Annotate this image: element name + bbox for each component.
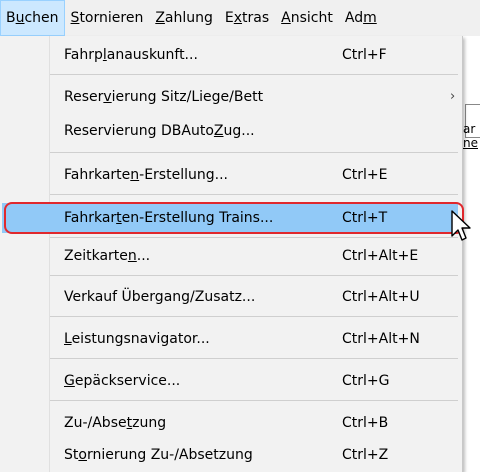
menu-separator xyxy=(50,400,458,401)
menu-separator xyxy=(50,152,458,153)
menu-item-shortcut: Ctrl+B xyxy=(342,415,389,431)
menu-item-label: Zu-/Absetzung xyxy=(64,415,167,431)
menu-item-label: Reservierung Sitz/Liege/Bett xyxy=(64,89,264,105)
menu-separator xyxy=(50,275,458,276)
menu-item-gepaeckservice[interactable]: Gepäckservice... Ctrl+G xyxy=(2,366,458,396)
background-text-fragment: ar xyxy=(463,122,476,136)
menu-item-label: Leistungsnavigator... xyxy=(64,331,210,347)
menu-item-label: Fahrplanauskunft... xyxy=(64,47,198,63)
menu-zahlung[interactable]: Zahlung xyxy=(149,0,219,36)
arrow-cursor-icon xyxy=(451,210,471,241)
menu-item-verkauf-uebergang[interactable]: Verkauf Übergang/Zusatz... Ctrl+Alt+U xyxy=(2,282,458,312)
menu-item-reservierung-dbautozug[interactable]: Reservierung DBAutoZug... xyxy=(2,116,458,146)
menu-item-label: Fahrkarten-Erstellung... xyxy=(64,167,228,183)
menu-item-leistungsnavigator[interactable]: Leistungsnavigator... Ctrl+Alt+N xyxy=(2,324,458,354)
menu-item-label: Gepäckservice... xyxy=(64,373,181,389)
menu-item-fahrplanauskunft[interactable]: Fahrplanauskunft... Ctrl+F xyxy=(2,40,458,70)
menu-item-shortcut: Ctrl+Alt+N xyxy=(342,331,420,347)
menu-item-label: Reservierung DBAutoZug... xyxy=(64,123,255,139)
menu-buchen[interactable]: Buchen xyxy=(0,0,65,36)
menu-separator xyxy=(50,237,458,238)
menu-item-label: Stornierung Zu-/Absetzung xyxy=(64,447,253,463)
menu-item-shortcut: Ctrl+G xyxy=(342,373,390,389)
menu-separator xyxy=(50,194,458,195)
menu-item-zu-absetzung[interactable]: Zu-/Absetzung Ctrl+B xyxy=(2,408,458,438)
menu-extras[interactable]: Extras xyxy=(219,0,275,36)
menu-item-stornierung-zu-absetzung[interactable]: Stornierung Zu-/Absetzung Ctrl+Z xyxy=(2,440,458,470)
menu-item-label: Verkauf Übergang/Zusatz... xyxy=(64,289,256,305)
menu-item-zeitkarten[interactable]: Zeitkarten... Ctrl+Alt+E xyxy=(2,241,458,271)
menu-admin[interactable]: Adm xyxy=(339,0,383,36)
menu-stornieren[interactable]: Stornieren xyxy=(65,0,150,36)
menu-item-shortcut: Ctrl+F xyxy=(342,47,387,63)
menu-item-shortcut: Ctrl+Alt+E xyxy=(342,248,419,264)
menu-separator xyxy=(50,358,458,359)
menu-separator xyxy=(50,74,458,75)
highlight-callout-box xyxy=(4,202,464,234)
menu-bar: Buchen Stornieren Zahlung Extras Ansicht… xyxy=(0,0,480,36)
submenu-arrow-icon: › xyxy=(450,89,456,104)
menu-ansicht[interactable]: Ansicht xyxy=(275,0,339,36)
menu-item-reservierung-sitz[interactable]: Reservierung Sitz/Liege/Bett › xyxy=(2,82,458,112)
menu-item-shortcut: Ctrl+Alt+U xyxy=(342,289,420,305)
menu-item-fahrkarten-erstellung[interactable]: Fahrkarten-Erstellung... Ctrl+E xyxy=(2,160,458,190)
menu-item-shortcut: Ctrl+Z xyxy=(342,447,389,463)
background-window: ar ne xyxy=(463,36,480,472)
menu-separator xyxy=(50,316,458,317)
background-text-fragment: ne xyxy=(463,136,478,150)
buchen-dropdown-menu: Fahrplanauskunft... Ctrl+F Reservierung … xyxy=(0,36,463,472)
menu-item-shortcut: Ctrl+E xyxy=(342,167,388,183)
menu-item-label: Zeitkarten... xyxy=(64,248,151,264)
